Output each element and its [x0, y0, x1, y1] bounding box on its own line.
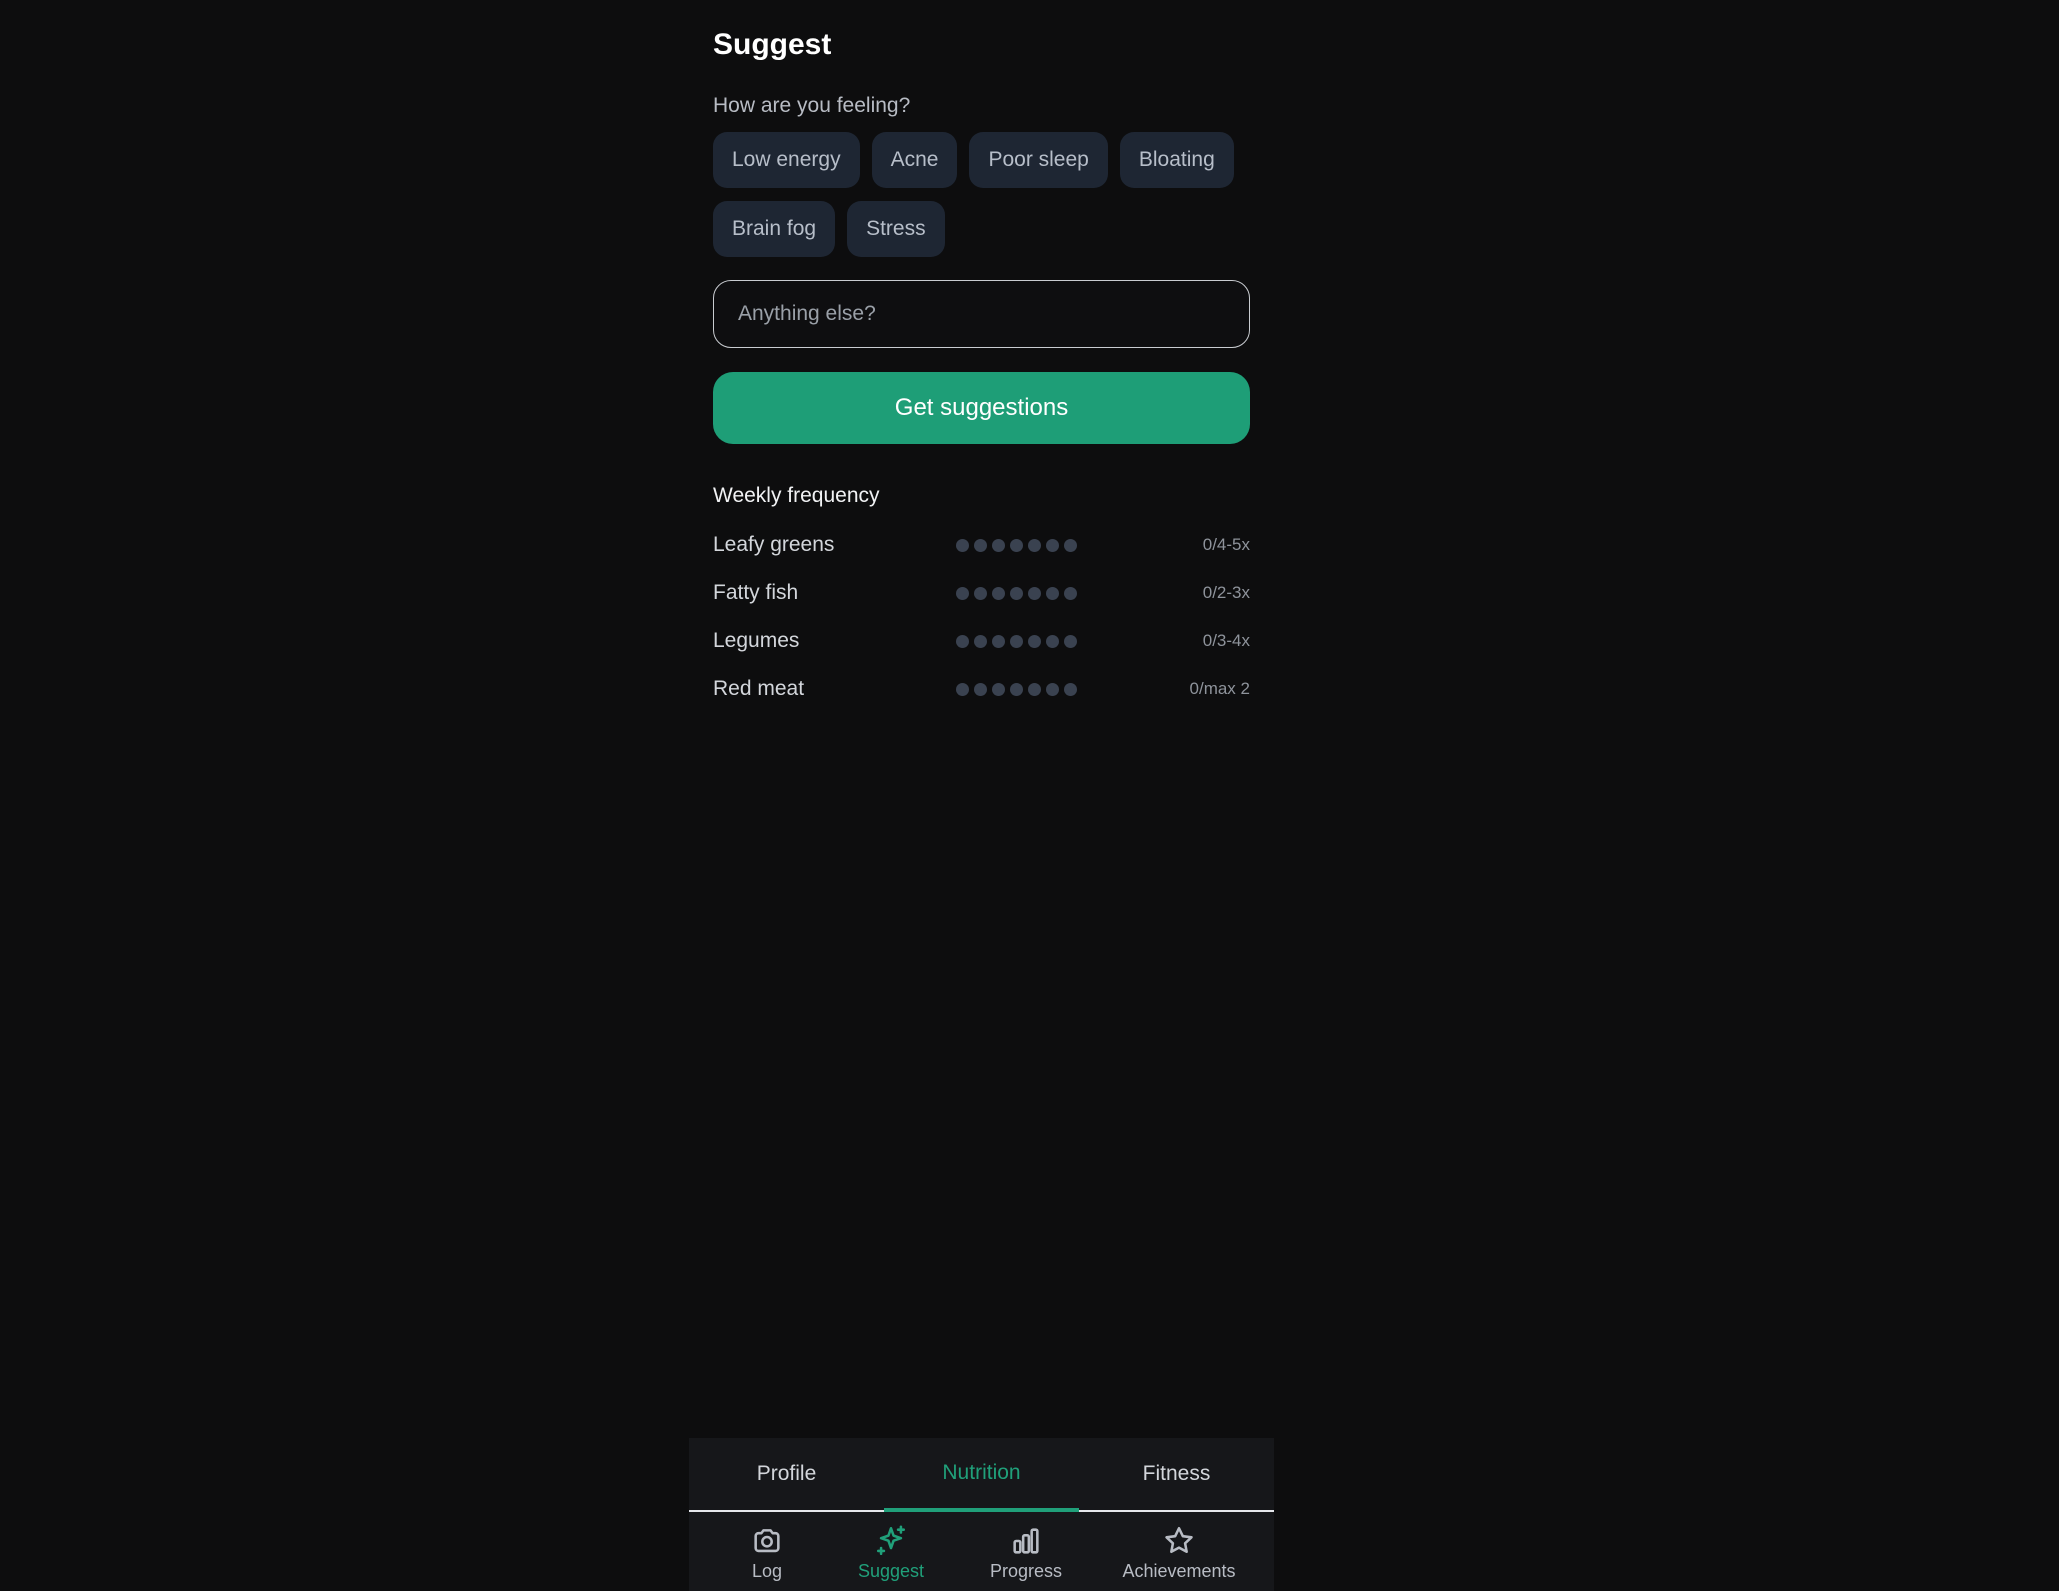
frequency-dot	[956, 539, 969, 552]
bottom-nav: Log Suggest Progress Achievements	[689, 1512, 1274, 1591]
frequency-row-name: Red meat	[713, 677, 805, 700]
frequency-dot	[1028, 587, 1041, 600]
frequency-row: Leafy greens 0/4-5x	[713, 530, 1250, 560]
frequency-dot	[1010, 683, 1023, 696]
nav-item-progress[interactable]: Progress	[959, 1512, 1093, 1591]
chip-acne[interactable]: Acne	[871, 132, 958, 188]
nav-label-log: Log	[751, 1561, 783, 1581]
frequency-dot	[1010, 635, 1023, 648]
weekly-frequency-title: Weekly frequency	[713, 484, 880, 507]
frequency-dot	[992, 683, 1005, 696]
frequency-dot	[1028, 683, 1041, 696]
nav-item-suggest[interactable]: Suggest	[829, 1512, 953, 1591]
nav-label-progress: Progress	[989, 1561, 1063, 1581]
feeling-prompt: How are you feeling?	[713, 94, 911, 117]
frequency-dot	[1046, 587, 1059, 600]
tab-fitness[interactable]: Fitness	[1079, 1438, 1274, 1510]
frequency-dot	[1046, 635, 1059, 648]
anything-else-field-wrapper	[713, 280, 1250, 348]
frequency-row: Legumes 0/3-4x	[713, 626, 1250, 656]
frequency-dot	[974, 539, 987, 552]
frequency-dot	[1028, 635, 1041, 648]
bar-chart-icon	[1013, 1528, 1039, 1554]
star-icon	[1165, 1526, 1193, 1554]
frequency-dots	[956, 539, 1077, 552]
page-title: Suggest	[713, 28, 832, 61]
frequency-dot	[1046, 539, 1059, 552]
frequency-dots	[956, 587, 1077, 600]
symptom-chips: Low energy Acne Poor sleep Bloating Brai…	[713, 132, 1250, 257]
frequency-dot	[992, 587, 1005, 600]
nav-item-log[interactable]: Log	[715, 1512, 819, 1591]
tab-profile[interactable]: Profile	[689, 1438, 884, 1510]
frequency-dot	[956, 587, 969, 600]
get-suggestions-button[interactable]: Get suggestions	[713, 372, 1250, 444]
frequency-dot	[1064, 539, 1077, 552]
anything-else-input[interactable]	[714, 281, 1249, 347]
frequency-dot	[992, 635, 1005, 648]
frequency-dot	[974, 587, 987, 600]
camera-icon	[754, 1529, 780, 1553]
frequency-dot	[1064, 587, 1077, 600]
chip-low-energy[interactable]: Low energy	[713, 132, 860, 188]
frequency-dot	[1046, 683, 1059, 696]
chip-poor-sleep[interactable]: Poor sleep	[969, 132, 1108, 188]
chip-bloating[interactable]: Bloating	[1119, 132, 1234, 188]
frequency-dot	[974, 683, 987, 696]
tab-nutrition[interactable]: Nutrition	[884, 1438, 1079, 1512]
frequency-row: Red meat 0/max 2	[713, 674, 1250, 704]
frequency-dot	[1010, 587, 1023, 600]
frequency-row: Fatty fish 0/2-3x	[713, 578, 1250, 608]
chip-brain-fog[interactable]: Brain fog	[713, 201, 836, 257]
frequency-dot	[992, 539, 1005, 552]
frequency-row-name: Fatty fish	[713, 581, 799, 604]
nav-label-suggest: Suggest	[857, 1561, 925, 1581]
frequency-row-name: Leafy greens	[713, 533, 835, 556]
nav-label-achievements: Achievements	[1122, 1561, 1236, 1581]
app-screen: Suggest How are you feeling? Low energy …	[689, 0, 1274, 1591]
frequency-row-name: Legumes	[713, 629, 800, 652]
frequency-dot	[956, 683, 969, 696]
frequency-dots	[956, 683, 1077, 696]
nav-item-achievements[interactable]: Achievements	[1099, 1512, 1259, 1591]
frequency-row-value: 0/4-5x	[1202, 535, 1250, 554]
frequency-dot	[1010, 539, 1023, 552]
frequency-row-value: 0/2-3x	[1202, 583, 1250, 602]
frequency-dots	[956, 635, 1077, 648]
frequency-dot	[974, 635, 987, 648]
frequency-dot	[1064, 683, 1077, 696]
section-tabs: Profile Nutrition Fitness	[689, 1438, 1274, 1512]
frequency-dot	[1064, 635, 1077, 648]
sparkles-icon	[876, 1525, 906, 1556]
frequency-dot	[956, 635, 969, 648]
frequency-row-value: 0/max 2	[1189, 679, 1250, 698]
frequency-row-value: 0/3-4x	[1202, 631, 1250, 650]
frequency-dot	[1028, 539, 1041, 552]
chip-stress[interactable]: Stress	[847, 201, 945, 257]
